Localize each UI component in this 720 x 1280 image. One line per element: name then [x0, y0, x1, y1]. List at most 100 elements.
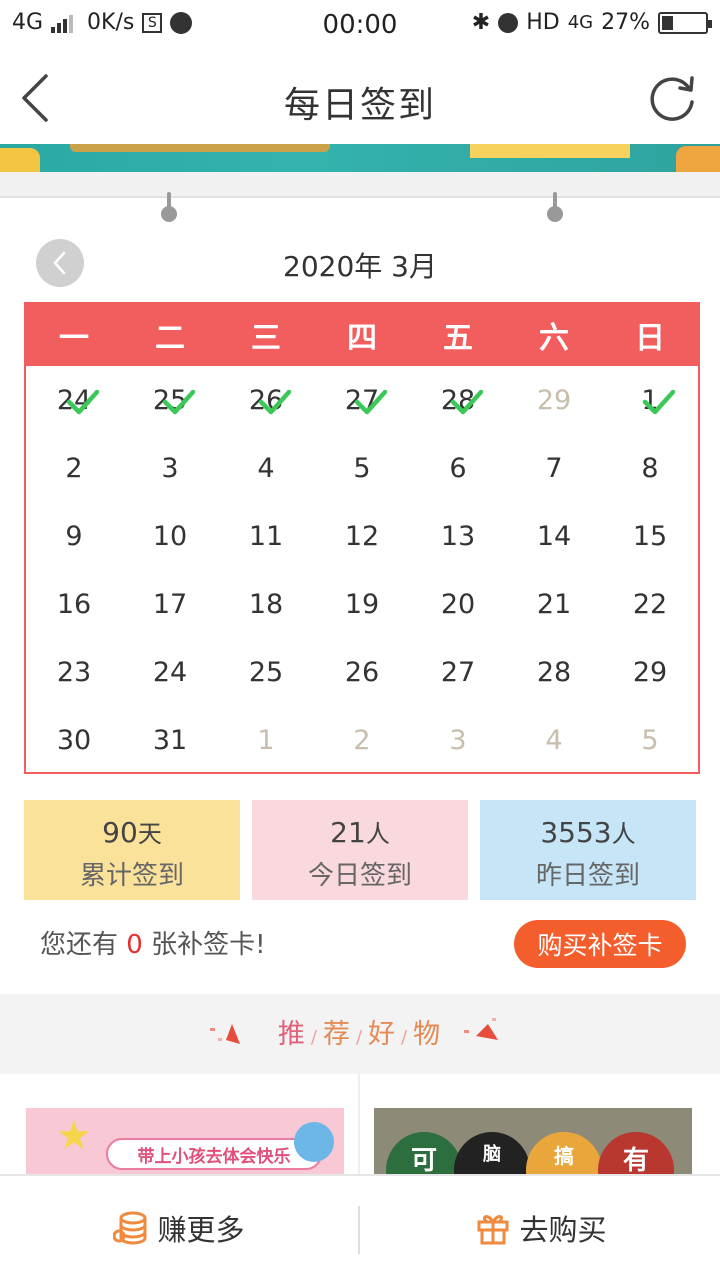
calendar-day[interactable]: 3: [410, 706, 506, 774]
calendar-pin-left: [161, 192, 177, 224]
buy-makeup-card-button[interactable]: 购买补签卡: [514, 920, 686, 968]
calendar-day[interactable]: 1: [602, 366, 698, 434]
calendar-day[interactable]: 23: [26, 638, 122, 706]
calendar-day[interactable]: 20: [410, 570, 506, 638]
stat-label: 今日签到: [307, 861, 412, 891]
earn-more-button[interactable]: 赚更多: [0, 1176, 358, 1280]
go-shopping-button[interactable]: 去购买: [362, 1176, 720, 1280]
coins-icon: [113, 1211, 147, 1245]
calendar-day[interactable]: 28: [410, 366, 506, 434]
calendar-day-number: 26: [344, 656, 380, 688]
calendar-day[interactable]: 15: [602, 502, 698, 570]
calendar-day[interactable]: 26: [314, 638, 410, 706]
alarm-icon: [498, 12, 519, 33]
calendar-day[interactable]: 3: [122, 434, 218, 502]
stat-unit: 人: [365, 820, 390, 848]
recommend-char: 荐: [322, 1019, 352, 1050]
calendar-day[interactable]: 6: [410, 434, 506, 502]
calendar-day-number: 22: [632, 588, 668, 620]
calendar-day-number: 27: [440, 656, 476, 688]
calendar: 一 二 三 四 五 六 日 24 25 26 27 28 29 1 2 3 4 5 6 7 8 9 10 11 1…: [24, 302, 700, 774]
stat-total-days: 90天 累计签到: [24, 800, 240, 900]
calendar-day[interactable]: 5: [314, 434, 410, 502]
calendar-day[interactable]: 25: [122, 366, 218, 434]
product-ball: 脑: [454, 1132, 530, 1174]
stat-unit: 天: [137, 820, 162, 848]
calendar-day[interactable]: 11: [218, 502, 314, 570]
calendar-day[interactable]: 17: [122, 570, 218, 638]
calendar-day[interactable]: 13: [410, 502, 506, 570]
bluetooth-icon: ✱: [471, 10, 491, 35]
calendar-day[interactable]: 28: [506, 638, 602, 706]
product-ball: 有: [598, 1132, 674, 1174]
calendar-day[interactable]: 14: [506, 502, 602, 570]
product-card-right[interactable]: 可 脑 搞 有: [360, 1074, 720, 1174]
calendar-day-number: 20: [440, 588, 476, 620]
refresh-icon: [650, 76, 694, 121]
recommend-sep: /: [401, 1027, 410, 1048]
calendar-day[interactable]: 30: [26, 706, 122, 774]
makeup-prefix: 您还有: [40, 930, 119, 960]
calendar-day-number: 18: [248, 588, 284, 620]
calendar-day[interactable]: 29: [506, 366, 602, 434]
calendar-day[interactable]: 2: [314, 706, 410, 774]
top-banner-image[interactable]: [0, 144, 720, 172]
calendar-day-number: 7: [545, 452, 563, 484]
stat-value: 90: [102, 816, 138, 849]
calendar-week-row: 30 31 1 2 3 4 5: [26, 706, 698, 774]
calendar-day[interactable]: 29: [602, 638, 698, 706]
calendar-day[interactable]: 22: [602, 570, 698, 638]
product-ball: 搞: [526, 1132, 602, 1174]
calendar-day[interactable]: 21: [506, 570, 602, 638]
recommend-char: 物: [413, 1019, 443, 1050]
star-icon: ★: [56, 1113, 92, 1159]
calendar-day[interactable]: 26: [218, 366, 314, 434]
recommend-char: 推: [277, 1019, 307, 1050]
calendar-day[interactable]: 25: [218, 638, 314, 706]
calendar-day-number: 4: [257, 452, 275, 484]
confetti-right-icon: [464, 1018, 498, 1040]
calendar-day-number: 30: [56, 724, 92, 756]
checkmark-icon: [450, 389, 484, 415]
calendar-day-number: 29: [536, 384, 572, 416]
calendar-week-row: 23 24 25 26 27 28 29: [26, 638, 698, 706]
calendar-day[interactable]: 16: [26, 570, 122, 638]
calendar-day[interactable]: 19: [314, 570, 410, 638]
refresh-button[interactable]: [646, 70, 698, 126]
battery-icon: [658, 11, 712, 34]
stat-today: 21人 今日签到: [252, 800, 468, 900]
month-title: 2020年 3月: [283, 250, 437, 283]
calendar-day[interactable]: 18: [218, 570, 314, 638]
calendar-week-row: 16 17 18 19 20 21 22: [26, 570, 698, 638]
calendar-day-number: 14: [536, 520, 572, 552]
calendar-day[interactable]: 4: [506, 706, 602, 774]
checkmark-icon: [66, 389, 100, 415]
bottom-bar: 赚更多 去购买: [0, 1174, 720, 1280]
stat-label: 累计签到: [79, 861, 184, 891]
calendar-day[interactable]: 27: [410, 638, 506, 706]
calendar-day[interactable]: 5: [602, 706, 698, 774]
product-image: ★ 带上小孩去体会快乐: [26, 1108, 344, 1174]
calendar-day[interactable]: 27: [314, 366, 410, 434]
calendar-day[interactable]: 31: [122, 706, 218, 774]
product-card-left[interactable]: ★ 带上小孩去体会快乐: [0, 1074, 360, 1174]
calendar-day[interactable]: 4: [218, 434, 314, 502]
calendar-day[interactable]: 9: [26, 502, 122, 570]
calendar-day-number: 23: [56, 656, 92, 688]
calendar-day[interactable]: 8: [602, 434, 698, 502]
calendar-day[interactable]: 24: [26, 366, 122, 434]
calendar-day[interactable]: 1: [218, 706, 314, 774]
calendar-day-number: 13: [440, 520, 476, 552]
calendar-day[interactable]: 12: [314, 502, 410, 570]
calendar-day[interactable]: 7: [506, 434, 602, 502]
calendar-day-number: 11: [248, 520, 284, 552]
calendar-day[interactable]: 10: [122, 502, 218, 570]
calendar-day[interactable]: 2: [26, 434, 122, 502]
weekday-label: 一: [59, 321, 89, 356]
calendar-day[interactable]: 24: [122, 638, 218, 706]
calendar-week-row: 9 10 11 12 13 14 15: [26, 502, 698, 570]
checkmark-icon: [162, 389, 196, 415]
calendar-day-number: 31: [152, 724, 188, 756]
recommend-title: 推 / 荐 / 好 / 物: [0, 1012, 720, 1051]
stat-yesterday: 3553人 昨日签到: [480, 800, 696, 900]
